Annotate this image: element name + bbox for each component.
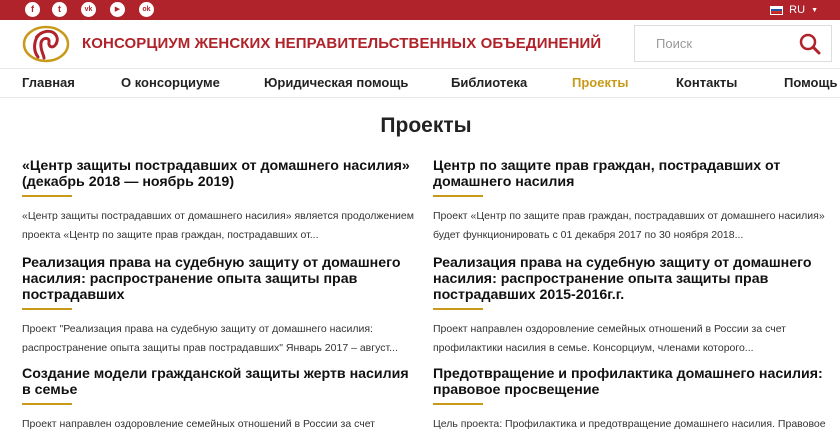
nav-item-about[interactable]: О консорциуме (121, 75, 220, 90)
site-header: КОНСОРЦИУМ ЖЕНСКИХ НЕПРАВИТЕЛЬСТВЕННЫХ О… (0, 20, 840, 68)
project-description: Проект направлен оздоровление семейных о… (22, 418, 375, 430)
project-card: Предотвращение и профилактика домашнего … (433, 366, 828, 437)
nav-item-home[interactable]: Главная (22, 75, 75, 90)
nav-item-projects[interactable]: Проекты (572, 75, 628, 90)
logo-icon[interactable] (22, 25, 72, 63)
main-nav: Главная О консорциуме Юридическая помощь… (0, 68, 840, 98)
search-icon[interactable] (799, 33, 821, 55)
project-description: Цель проекта: Профилактика и предотвраще… (433, 418, 826, 430)
project-title[interactable]: Реализация права на судебную защиту от д… (22, 255, 417, 303)
title-underline (433, 403, 483, 405)
project-card: Реализация права на судебную защиту от д… (433, 255, 828, 358)
chevron-down-icon: ▼ (811, 6, 818, 14)
title-underline (22, 195, 72, 197)
vk-icon[interactable]: vk (81, 2, 96, 17)
top-bar: f t vk ▶ ok RU ▼ (0, 0, 840, 20)
title-underline (22, 308, 72, 310)
project-title[interactable]: Центр по защите прав граждан, пострадавш… (433, 158, 828, 190)
project-description: Проект "Реализация права на судебную защ… (22, 323, 398, 354)
page-title: Проекты (380, 114, 472, 137)
project-card: «Центр защиты пострадавших от домашнего … (22, 158, 417, 245)
search-box (634, 25, 832, 62)
search-input[interactable] (635, 26, 795, 61)
org-name[interactable]: КОНСОРЦИУМ ЖЕНСКИХ НЕПРАВИТЕЛЬСТВЕННЫХ О… (82, 35, 601, 52)
project-description: Проект направлен оздоровление семейных о… (433, 323, 786, 354)
youtube-icon[interactable]: ▶ (110, 2, 125, 17)
project-title[interactable]: Создание модели гражданской защиты жертв… (22, 366, 417, 398)
title-underline (22, 403, 72, 405)
language-label: RU (789, 4, 806, 16)
nav-item-contacts[interactable]: Контакты (676, 75, 737, 90)
nav-item-legal-help[interactable]: Юридическая помощь (264, 75, 408, 90)
project-title[interactable]: Реализация права на судебную защиту от д… (433, 255, 828, 303)
project-title[interactable]: Предотвращение и профилактика домашнего … (433, 366, 828, 398)
title-underline (433, 308, 483, 310)
project-card: Центр по защите прав граждан, пострадавш… (433, 158, 828, 245)
project-title[interactable]: «Центр защиты пострадавших от домашнего … (22, 158, 417, 190)
russia-flag-icon (770, 5, 784, 15)
nav-item-library[interactable]: Библиотека (451, 75, 527, 90)
project-description: «Центр защиты пострадавших от домашнего … (22, 210, 414, 241)
title-underline (433, 195, 483, 197)
project-card: Создание модели гражданской защиты жертв… (22, 366, 417, 437)
project-description: Проект «Центр по защите прав граждан, по… (433, 210, 825, 241)
project-card: Реализация права на судебную защиту от д… (22, 255, 417, 358)
twitter-icon[interactable]: t (52, 2, 67, 17)
facebook-icon[interactable]: f (25, 2, 40, 17)
language-selector[interactable]: RU ▼ (770, 0, 818, 20)
nav-item-help[interactable]: Помощь (784, 75, 837, 90)
odnoklassniki-icon[interactable]: ok (139, 2, 154, 17)
